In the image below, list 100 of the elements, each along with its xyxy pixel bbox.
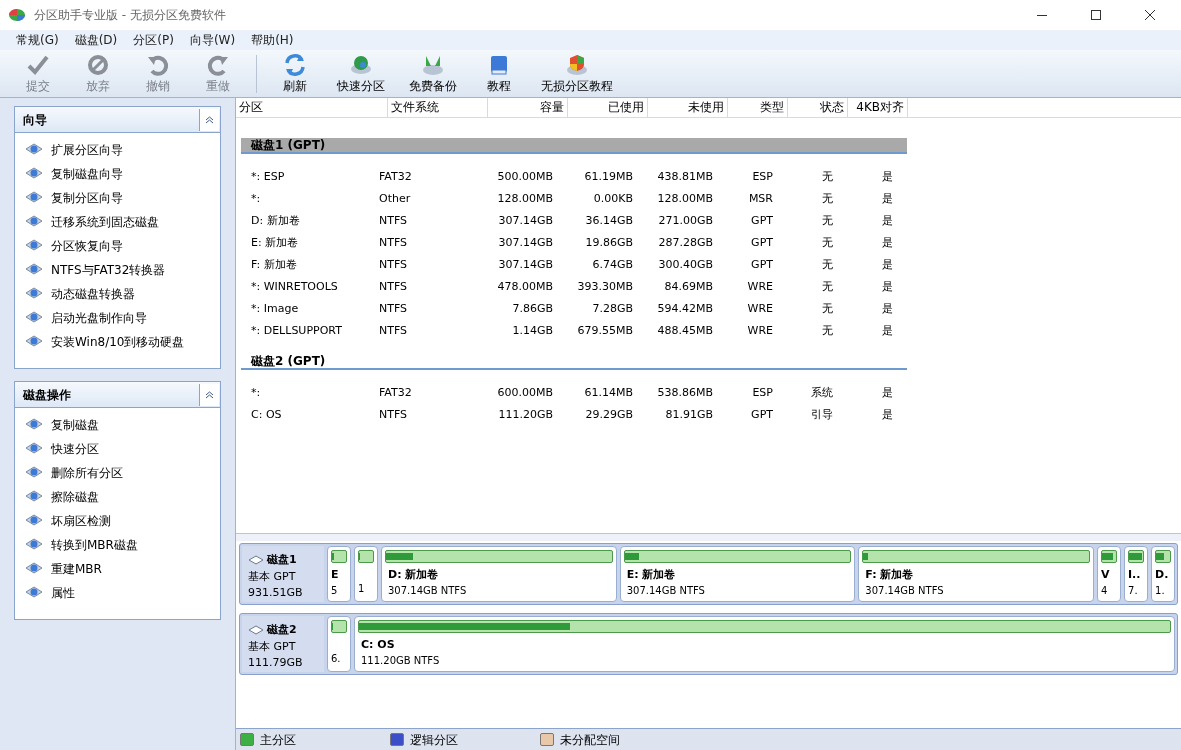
table-cell-text: 679.55MB (576, 322, 634, 339)
table-cell-text: WRE (746, 322, 774, 339)
maximize-icon (1091, 10, 1101, 20)
table-cell-text: FAT32 (378, 384, 413, 401)
toolbar-button[interactable]: 刷新 (265, 52, 325, 95)
column-header[interactable]: 文件系统 (388, 98, 488, 117)
sidebar-item[interactable]: 转换到MBR磁盘 (15, 533, 220, 557)
legend-label: 主分区 (260, 731, 296, 749)
table-cell-text: C: OS (250, 406, 283, 423)
table-cell-text: NTFS (378, 300, 409, 317)
collapse-button[interactable] (199, 108, 219, 131)
table-cell-text: 系统 (810, 384, 834, 401)
partition-block[interactable]: V 4 (1097, 546, 1121, 602)
table-cell-text: 无 (821, 278, 834, 295)
column-header[interactable]: 分区 (236, 98, 388, 117)
table-cell-text: 128.00MB (496, 190, 554, 207)
sidebar-item[interactable]: 复制分区向导 (15, 186, 220, 210)
table-cell-text: 无 (821, 190, 834, 207)
menu-item[interactable]: 向导(W) (181, 31, 244, 49)
column-header[interactable]: 状态 (788, 98, 848, 117)
table-cell-text: GPT (750, 256, 774, 273)
disk-size: 931.51GB (248, 585, 304, 601)
table-cell-text: D: 新加卷 (250, 212, 301, 229)
table-cell-text: NTFS (378, 212, 409, 229)
table-cell-text: 111.20GB (497, 406, 554, 423)
table-cell-text: *: (250, 190, 262, 207)
table-cell-text: FAT32 (378, 168, 413, 185)
toolbar-button[interactable]: 无损分区教程 (529, 52, 625, 95)
partition-block[interactable]: D: 新加卷 307.14GB NTFS (381, 546, 617, 602)
menu-item[interactable]: 常规(G) (8, 31, 67, 49)
sidebar-item[interactable]: 分区恢复向导 (15, 234, 220, 258)
table-cell-text: 287.28GB (657, 234, 714, 251)
table-cell-text: 307.14GB (497, 234, 554, 251)
sidebar-item[interactable]: 安装Win8/10到移动硬盘 (15, 330, 220, 354)
table-cell-text: E: 新加卷 (250, 234, 300, 251)
legend-label: 逻辑分区 (410, 731, 458, 749)
table-cell-text: 7.86GB (511, 300, 554, 317)
sidebar-item[interactable]: 擦除磁盘 (15, 485, 220, 509)
table-cell-text: 是 (881, 322, 894, 339)
disk-type: 基本 GPT (248, 568, 297, 585)
sidebar-item[interactable]: 快速分区 (15, 437, 220, 461)
table-cell-text: 500.00MB (496, 168, 554, 185)
sidebar-item[interactable]: NTFS与FAT32转换器 (15, 258, 220, 282)
column-header[interactable]: 已使用 (568, 98, 648, 117)
table-cell-text: 是 (881, 300, 894, 317)
disk-name: 磁盘1 (267, 552, 297, 568)
table-cell-text: 307.14GB (497, 256, 554, 273)
table-cell-text: *: WINRETOOLS (250, 278, 339, 295)
table-cell-text: MSR (747, 190, 774, 207)
table-cell-text: 128.00MB (656, 190, 714, 207)
table-cell-text: 是 (881, 190, 894, 207)
table-cell-text: ESP (751, 384, 774, 401)
column-header[interactable]: 容量 (488, 98, 568, 117)
table-cell-text: 600.00MB (496, 384, 554, 401)
column-header[interactable]: 未使用 (648, 98, 728, 117)
partition-block[interactable]: F: 新加卷 307.14GB NTFS (858, 546, 1094, 602)
partition-block[interactable]: I.. 7. (1124, 546, 1148, 602)
close-icon (1145, 10, 1155, 20)
window-title: 分区助手专业版 - 无损分区免费软件 (34, 7, 226, 24)
table-cell-text: 594.42MB (656, 300, 714, 317)
partition-block[interactable]: 1 (354, 546, 378, 602)
sidebar-item[interactable]: 坏扇区检测 (15, 509, 220, 533)
column-header[interactable]: 类型 (728, 98, 788, 117)
menu-item[interactable]: 磁盘(D) (66, 31, 126, 49)
partition-block[interactable]: C: OS 111.20GB NTFS (354, 616, 1175, 672)
table-cell-text: 81.91GB (664, 406, 714, 423)
menu-item[interactable]: 帮助(H) (243, 31, 302, 49)
table-cell-text: 84.69MB (663, 278, 714, 295)
toolbar-button[interactable]: 快速分区 (325, 52, 397, 95)
table-cell-text: WRE (746, 278, 774, 295)
partition-block[interactable]: D. 1. (1151, 546, 1175, 602)
column-header[interactable]: 4KB对齐 (848, 98, 908, 117)
sidebar-item[interactable]: 属性 (15, 581, 220, 605)
sidebar-item[interactable]: 复制磁盘 (15, 413, 220, 437)
table-cell-text: 0.00KB (592, 190, 634, 207)
disk-size: 111.79GB (248, 655, 304, 671)
table-cell-text: GPT (750, 406, 774, 423)
table-cell-text: 19.86GB (584, 234, 634, 251)
partition-block[interactable]: E: 新加卷 307.14GB NTFS (619, 546, 856, 602)
sidebar-item[interactable]: 动态磁盘转换器 (15, 282, 220, 306)
sidebar-item[interactable]: 删除所有分区 (15, 461, 220, 485)
sidebar-item[interactable]: 扩展分区向导 (15, 138, 220, 162)
sidebar-item[interactable]: 启动光盘制作向导 (15, 306, 220, 330)
table-cell-text: 61.14MB (583, 384, 634, 401)
table-cell-text: 是 (881, 234, 894, 251)
partition-block[interactable]: E 5 (327, 546, 351, 602)
toolbar-button[interactable]: 教程 (469, 52, 529, 95)
disk-group-header[interactable]: 磁盘1 (GPT) (241, 138, 907, 154)
disk-group-header[interactable]: 磁盘2 (GPT) (241, 354, 907, 370)
table-cell-text: NTFS (378, 256, 409, 273)
sidebar-item[interactable]: 迁移系统到固态磁盘 (15, 210, 220, 234)
sidebar-item[interactable]: 重建MBR (15, 557, 220, 581)
collapse-button[interactable] (199, 383, 219, 406)
toolbar-button[interactable]: 免费备份 (397, 52, 469, 95)
legend-label: 未分配空间 (560, 731, 620, 749)
sidebar-item[interactable]: 复制磁盘向导 (15, 162, 220, 186)
table-cell-text: F: 新加卷 (250, 256, 298, 273)
table-cell-text: 488.45MB (656, 322, 714, 339)
menu-item[interactable]: 分区(P) (125, 31, 182, 49)
partition-block[interactable]: 6. (327, 616, 351, 672)
